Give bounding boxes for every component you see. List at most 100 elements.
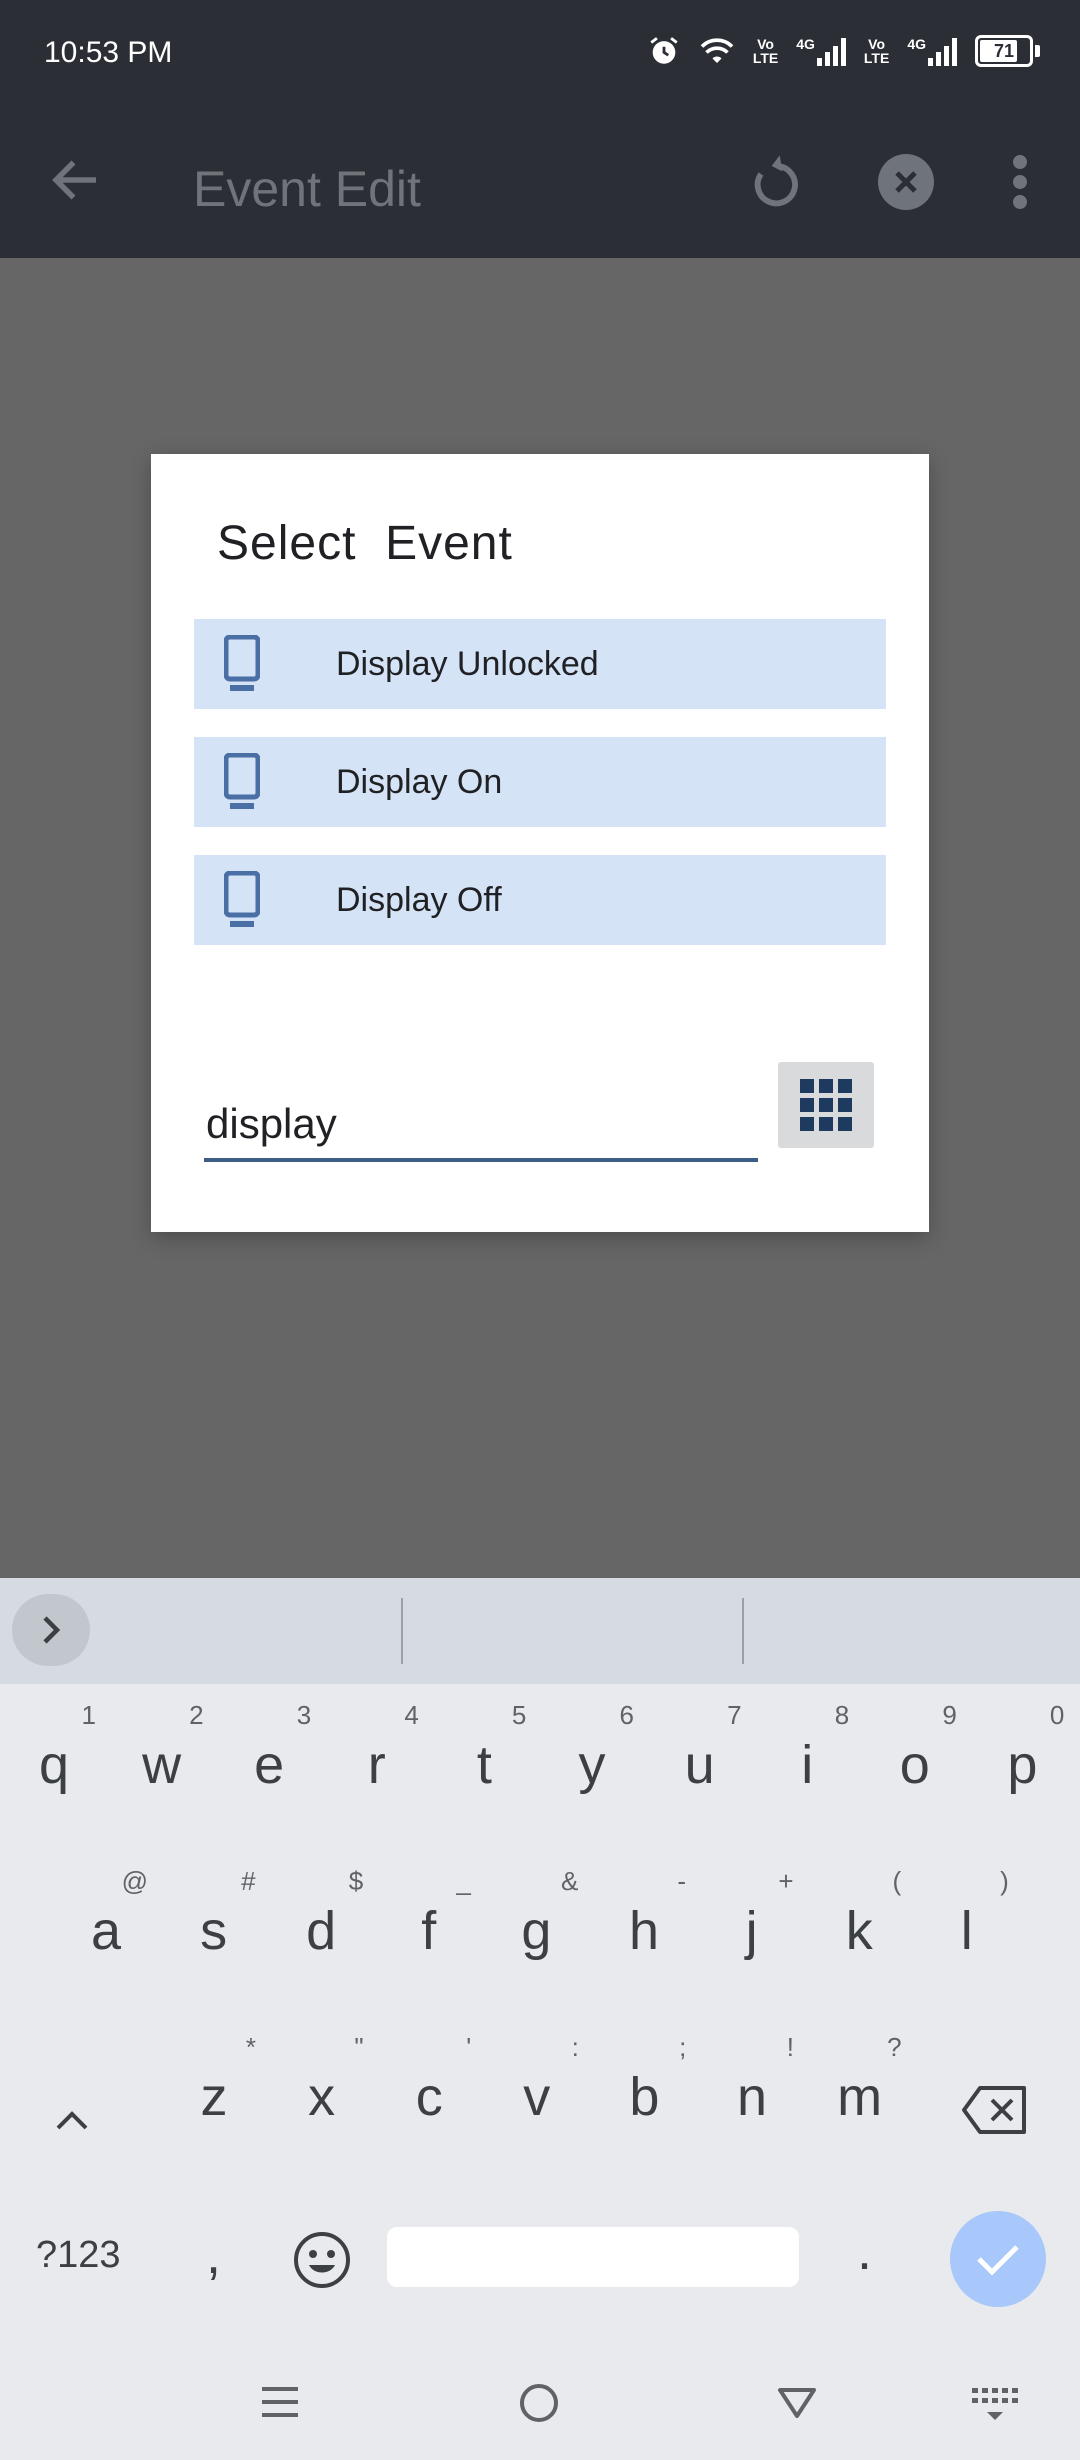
key-n[interactable]: ! n [702,2016,802,2166]
key-hint: 4 [404,1700,419,1730]
key-l[interactable]: ) l [917,1850,1017,2000]
key-label: m [837,2067,883,2127]
event-label: Display Unlocked [336,645,599,683]
app-bar: Event Edit [0,110,1080,258]
shift-key[interactable] [52,2104,92,2139]
status-bar: 10:53 PM Vo LTE 4G Vo LTE 4G 71 [0,0,1080,110]
undo-refresh-icon[interactable] [745,150,809,214]
grid-icon [800,1079,852,1131]
key-f[interactable]: _ f [379,1850,479,2000]
key-o[interactable]: 9o [865,1684,965,1834]
phone-icon [224,753,260,809]
event-item-display-on[interactable]: Display On [194,737,886,827]
menu-icon[interactable] [260,2385,300,2419]
event-label: Display On [336,763,503,801]
key-label: k [845,1901,873,1961]
dialog-title: Select Event [217,517,513,570]
comma-key[interactable]: , [206,2224,221,2286]
key-u[interactable]: 7u [650,1684,750,1834]
key-j[interactable]: + j [702,1850,802,2000]
key-label: s [200,1901,228,1961]
key-hint: * [245,2032,256,2062]
key-label: h [628,1901,660,1961]
key-c[interactable]: ' c [379,2016,479,2166]
backspace-icon [962,2086,1026,2134]
key-hint: & [561,1866,579,1896]
cancel-close-button[interactable] [878,154,934,210]
status-time: 10:53 PM [44,36,173,69]
key-label: w [142,1735,182,1795]
key-hint: " [354,2032,364,2062]
key-label: d [306,1901,337,1961]
key-b[interactable]: ; b [594,2016,694,2166]
key-t[interactable]: 5t [434,1684,534,1834]
enter-done-button[interactable] [950,2211,1046,2307]
key-hint: 3 [296,1700,312,1730]
key-x[interactable]: " x [272,2016,372,2166]
key-label: a [90,1901,122,1961]
search-field[interactable] [204,1094,762,1162]
key-label: f [421,1901,437,1961]
volte-label-2: Vo LTE [863,36,890,66]
key-hint: 8 [834,1700,850,1730]
key-hint: # [241,1866,256,1896]
key-k[interactable]: (k [809,1850,909,2000]
key-label: j [745,1901,758,1961]
back-triangle-icon[interactable] [776,2386,818,2420]
key-s[interactable]: # s [164,1850,264,2000]
space-bar[interactable] [387,2227,799,2287]
key-label: p [1007,1735,1038,1795]
battery-level: 71 [993,40,1015,61]
phone-icon [224,635,260,691]
key-hint: ( [892,1866,902,1896]
key-label: x [308,2067,336,2127]
status-icons: Vo LTE 4G Vo LTE 4G 71 [647,34,1040,68]
symbols-key[interactable]: ?123 [36,2234,121,2277]
key-hint: ) [1000,1866,1009,1896]
key-p[interactable]: 0p [972,1684,1072,1834]
period-key[interactable]: . [857,2220,872,2282]
key-z[interactable]: * z [164,2016,264,2166]
event-label: Display Off [336,881,502,919]
key-g[interactable]: & g [486,1850,586,2000]
more-options-icon[interactable] [1008,152,1032,212]
backspace-key[interactable] [960,2082,1030,2143]
key-w[interactable]: 2w [112,1684,212,1834]
signal-1-icon: 4G [796,36,846,66]
key-label: v [523,2067,551,2127]
key-i[interactable]: 8i [757,1684,857,1834]
wifi-icon [700,38,734,63]
key-e[interactable]: 3e [219,1684,319,1834]
back-arrow-icon[interactable] [46,150,106,210]
event-item-display-off[interactable]: Display Off [194,855,886,945]
keyboard-hide-icon[interactable] [972,2388,1018,2422]
key-r[interactable]: 4r [327,1684,427,1834]
home-icon[interactable] [518,2382,560,2424]
key-h[interactable]: -h [594,1850,694,2000]
key-hint: 5 [511,1700,527,1730]
event-item-display-unlocked[interactable]: Display Unlocked [194,619,886,709]
keyboard-expand-button[interactable] [12,1594,90,1666]
phone-icon [224,871,260,927]
keyboard-suggestion-strip [0,1578,1080,1684]
key-label: y [578,1735,606,1795]
suggestion-divider [742,1598,744,1664]
page-title: Event Edit [193,161,421,217]
key-v[interactable]: :v [487,2016,587,2166]
emoji-icon [294,2232,350,2288]
key-y[interactable]: 6y [542,1684,642,1834]
key-hint: ! [786,2032,794,2062]
key-q[interactable]: 1q [4,1684,104,1834]
key-m[interactable]: ? m [810,2016,910,2166]
key-a[interactable]: @ a [56,1850,156,2000]
emoji-key[interactable] [292,2230,352,2295]
search-input[interactable] [204,1094,762,1154]
battery-icon: 71 [975,35,1040,67]
grid-view-button[interactable] [778,1062,874,1148]
key-label: i [801,1735,814,1795]
key-hint: ? [887,2032,902,2062]
key-label: e [254,1735,285,1795]
key-label: z [200,2067,228,2127]
key-d[interactable]: $ d [271,1850,371,2000]
shift-icon [56,2111,88,2130]
